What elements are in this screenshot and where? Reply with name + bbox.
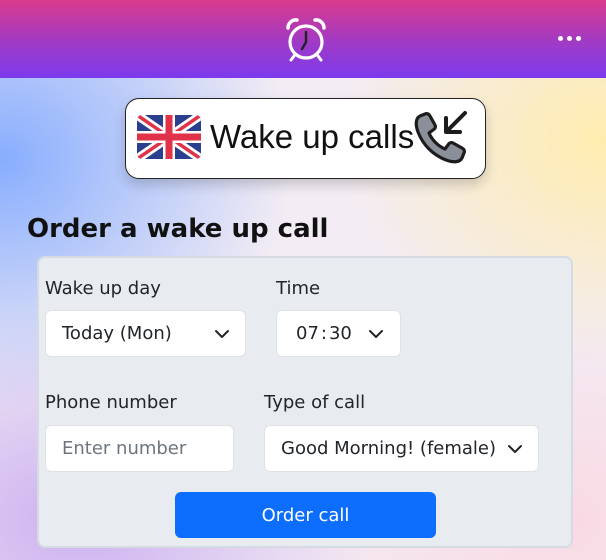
time-hour: 07 — [296, 323, 319, 344]
app-banner: Wake up calls — [125, 98, 486, 179]
top-bar — [0, 0, 606, 78]
time-label: Time — [276, 278, 321, 299]
order-call-button[interactable]: Order call — [175, 492, 436, 538]
chevron-down-icon — [508, 445, 522, 453]
section-title: Order a wake up call — [27, 214, 329, 244]
wake-day-select[interactable]: Today (Mon) — [45, 310, 246, 357]
alarm-clock-icon[interactable] — [283, 16, 329, 62]
incoming-call-icon — [414, 111, 467, 164]
chevron-down-icon — [369, 330, 383, 338]
chevron-down-icon — [215, 330, 229, 338]
time-minute: 30 — [328, 323, 352, 344]
wake-day-value: Today (Mon) — [62, 323, 172, 344]
wake-day-label: Wake up day — [45, 278, 161, 299]
menu-dot — [557, 35, 563, 41]
call-type-select[interactable]: Good Morning! (female) — [264, 425, 539, 472]
menu-dot — [566, 35, 572, 41]
menu-dot — [575, 35, 581, 41]
phone-number-input[interactable] — [45, 425, 234, 472]
more-menu-button[interactable] — [552, 26, 586, 50]
time-separator: : — [320, 323, 327, 344]
call-type-label: Type of call — [264, 392, 366, 413]
call-type-value: Good Morning! (female) — [281, 438, 497, 459]
phone-label: Phone number — [45, 392, 177, 413]
banner-title: Wake up calls — [210, 118, 415, 155]
uk-flag-icon — [137, 115, 201, 159]
time-select[interactable]: 07 : 30 — [276, 310, 401, 357]
